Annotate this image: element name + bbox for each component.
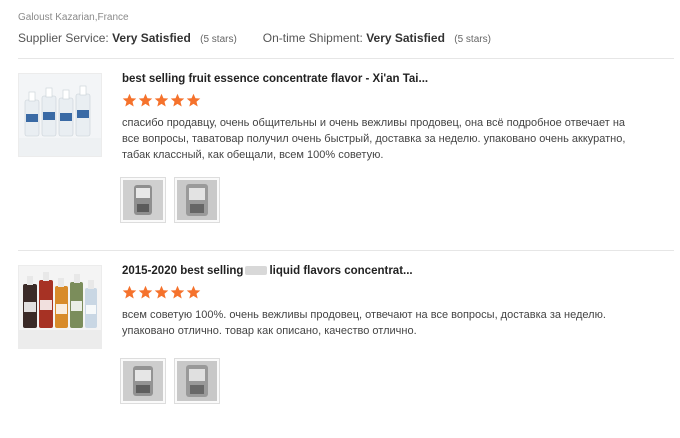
- divider: [18, 58, 674, 59]
- review-photo[interactable]: [174, 177, 220, 223]
- star-icon: [138, 285, 153, 299]
- product-title-link[interactable]: 2015-2020 best selling liquid flavors con…: [122, 265, 662, 277]
- supplier-service-rating: Supplier Service: Very Satisfied (5 star…: [18, 31, 237, 45]
- rating-summary: Supplier Service: Very Satisfied (5 star…: [18, 31, 668, 45]
- bottles-image: [19, 266, 101, 348]
- reviewer-name: Galoust Kazarian,France: [18, 12, 129, 23]
- star-icon: [154, 285, 169, 299]
- review-photo[interactable]: [174, 358, 220, 404]
- shipment-rating: On-time Shipment: Very Satisfied (5 star…: [263, 31, 491, 45]
- review-photos: [120, 177, 228, 223]
- review-text: всем советую 100%. очень вежливы продове…: [122, 309, 606, 337]
- photo-image: [123, 361, 163, 401]
- product-thumbnail[interactable]: [18, 73, 102, 157]
- shipment-label: On-time Shipment:: [262, 31, 363, 45]
- title-part: liquid flavors concentrat...: [269, 265, 413, 277]
- shipment-stars: (5 stars): [454, 34, 491, 45]
- photo-image: [123, 180, 163, 220]
- review-stars: [122, 93, 662, 108]
- supplier-service-value: Very Satisfied: [112, 31, 191, 45]
- star-icon: [170, 93, 185, 107]
- supplier-service-stars: (5 stars): [200, 34, 237, 45]
- star-icon: [122, 93, 137, 107]
- star-icon: [122, 285, 137, 299]
- review-text: спасибо продавцу, очень общительны и оче…: [122, 117, 626, 161]
- review-photos: [120, 358, 228, 404]
- title-part: 2015-2020 best selling: [122, 265, 244, 277]
- review-photo[interactable]: [120, 358, 166, 404]
- supplier-service-label: Supplier Service:: [18, 31, 109, 45]
- divider: [18, 250, 674, 251]
- star-icon: [154, 93, 169, 107]
- review-header: Galoust Kazarian,France Supplier Service…: [18, 12, 668, 45]
- photo-image: [177, 361, 217, 401]
- product-thumbnail[interactable]: [18, 265, 102, 349]
- review-stars: [122, 285, 662, 300]
- redacted-text: [245, 266, 268, 276]
- star-icon: [186, 285, 201, 299]
- shipment-value: Very Satisfied: [366, 31, 445, 45]
- photo-image: [177, 180, 217, 220]
- review-photo[interactable]: [120, 177, 166, 223]
- star-icon: [138, 93, 153, 107]
- bottles-image: [19, 74, 101, 156]
- product-title-link[interactable]: best selling fruit essence concentrate f…: [122, 73, 662, 85]
- star-icon: [186, 93, 201, 107]
- star-icon: [170, 285, 185, 299]
